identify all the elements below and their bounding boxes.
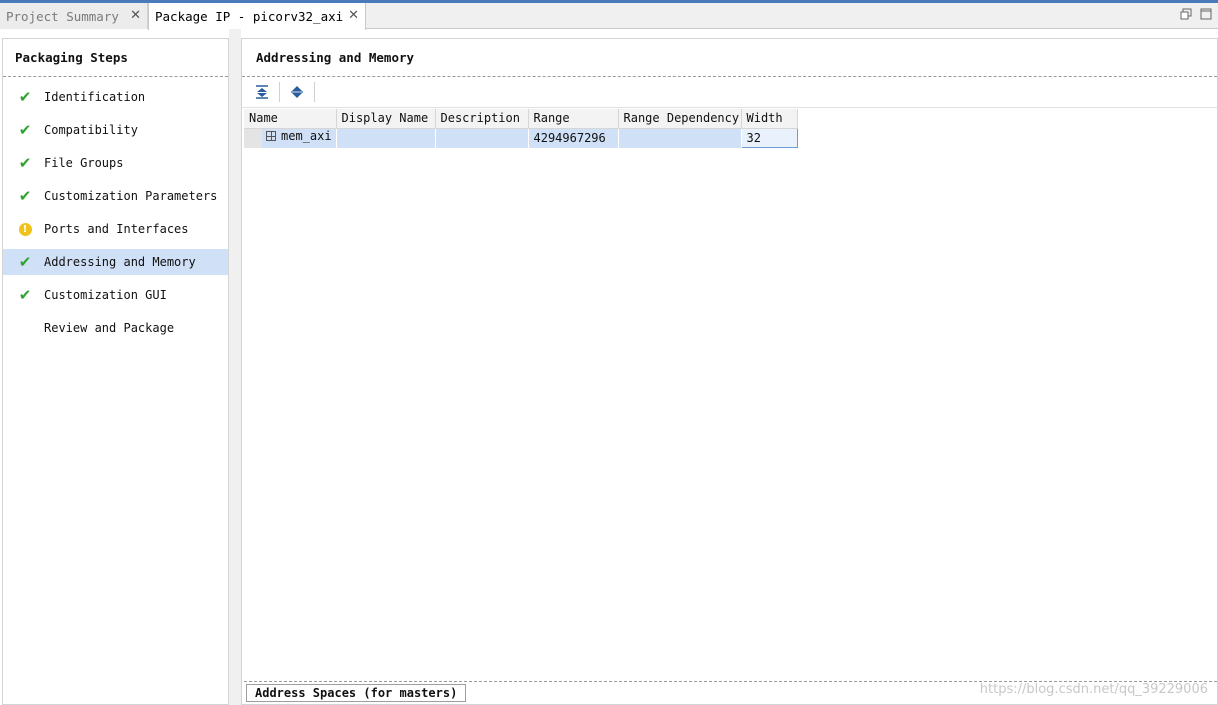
cell-display-name[interactable] — [336, 128, 436, 148]
step-customization-parameters[interactable]: ✔ Customization Parameters — [3, 183, 228, 209]
memory-table-container: Name Display Name Description Range Rang… — [244, 109, 1217, 148]
section-title: Addressing and Memory — [242, 39, 1217, 77]
step-label: Customization Parameters — [44, 189, 218, 203]
step-label: File Groups — [44, 156, 124, 170]
expand-all-icon[interactable] — [283, 79, 311, 105]
warning-icon: ! — [17, 221, 33, 237]
row-name: mem_axi — [281, 128, 332, 143]
maximize-icon[interactable] — [1200, 8, 1212, 23]
step-label: Customization GUI — [44, 288, 167, 302]
cell-range-dependency[interactable] — [618, 128, 742, 148]
cell-description[interactable] — [435, 128, 529, 148]
close-icon[interactable]: ✕ — [348, 8, 359, 23]
editor-tab-bar: Project Summary ✕ Package IP - picorv32_… — [0, 3, 1218, 30]
step-addressing-and-memory[interactable]: ✔ Addressing and Memory — [3, 249, 228, 275]
table-row[interactable]: mem_axi 4294967296 32 — [244, 127, 798, 148]
watermark-text: https://blog.csdn.net/qq_39229006 — [979, 682, 1208, 697]
step-label: Ports and Interfaces — [44, 222, 189, 236]
step-label: Addressing and Memory — [44, 255, 196, 269]
check-icon: ✔ — [18, 187, 32, 205]
step-label: Compatibility — [44, 123, 138, 137]
cell-width[interactable]: 32 — [740, 127, 798, 148]
memory-map-table: Name Display Name Description Range Rang… — [244, 109, 798, 148]
check-icon: ✔ — [18, 88, 32, 106]
step-label: Review and Package — [44, 321, 175, 335]
column-header-width[interactable]: Width — [741, 109, 798, 129]
memory-map-icon — [266, 131, 276, 141]
step-compatibility[interactable]: ✔ Compatibility — [3, 117, 228, 143]
cell-range[interactable]: 4294967296 — [528, 128, 619, 148]
close-icon[interactable]: ✕ — [130, 8, 141, 23]
check-icon: ✔ — [18, 121, 32, 139]
step-ports-and-interfaces[interactable]: ! Ports and Interfaces — [3, 216, 228, 242]
restore-icon[interactable] — [1180, 8, 1192, 23]
window-controls — [1180, 8, 1212, 23]
step-file-groups[interactable]: ✔ File Groups — [3, 150, 228, 176]
tab-project-summary[interactable]: Project Summary ✕ — [0, 3, 148, 29]
check-icon: ✔ — [18, 154, 32, 172]
check-icon: ✔ — [18, 286, 32, 304]
collapse-all-icon[interactable] — [248, 79, 276, 105]
tab-label: Project Summary — [6, 8, 119, 24]
step-review-and-package[interactable]: Review and Package — [3, 315, 228, 341]
step-customization-gui[interactable]: ✔ Customization GUI — [3, 282, 228, 308]
panel-splitter[interactable] — [229, 29, 241, 705]
column-header-description[interactable]: Description — [435, 109, 529, 129]
toolbar-separator — [314, 82, 315, 102]
step-label: Identification — [44, 90, 146, 104]
column-header-name[interactable]: Name — [244, 109, 337, 129]
check-icon: ✔ — [18, 253, 32, 271]
column-header-range[interactable]: Range — [528, 109, 619, 129]
row-gutter — [244, 128, 262, 148]
toolbar-separator — [279, 82, 280, 102]
column-header-display-name[interactable]: Display Name — [336, 109, 436, 129]
addressing-memory-panel: Addressing and Memory Name Display Name … — [241, 38, 1218, 705]
cell-name[interactable]: mem_axi — [244, 128, 337, 148]
panel-title: Packaging Steps — [3, 39, 228, 77]
tab-address-spaces[interactable]: Address Spaces (for masters) — [246, 684, 467, 702]
packaging-steps-panel: Packaging Steps ✔ Identification ✔ Compa… — [2, 38, 229, 705]
table-header-row: Name Display Name Description Range Rang… — [244, 109, 798, 129]
table-toolbar — [242, 77, 1217, 108]
tab-package-ip[interactable]: Package IP - picorv32_axi ✕ — [148, 3, 366, 30]
tab-label: Package IP - picorv32_axi — [155, 9, 344, 24]
step-identification[interactable]: ✔ Identification — [3, 84, 228, 110]
column-header-range-dependency[interactable]: Range Dependency — [618, 109, 742, 129]
